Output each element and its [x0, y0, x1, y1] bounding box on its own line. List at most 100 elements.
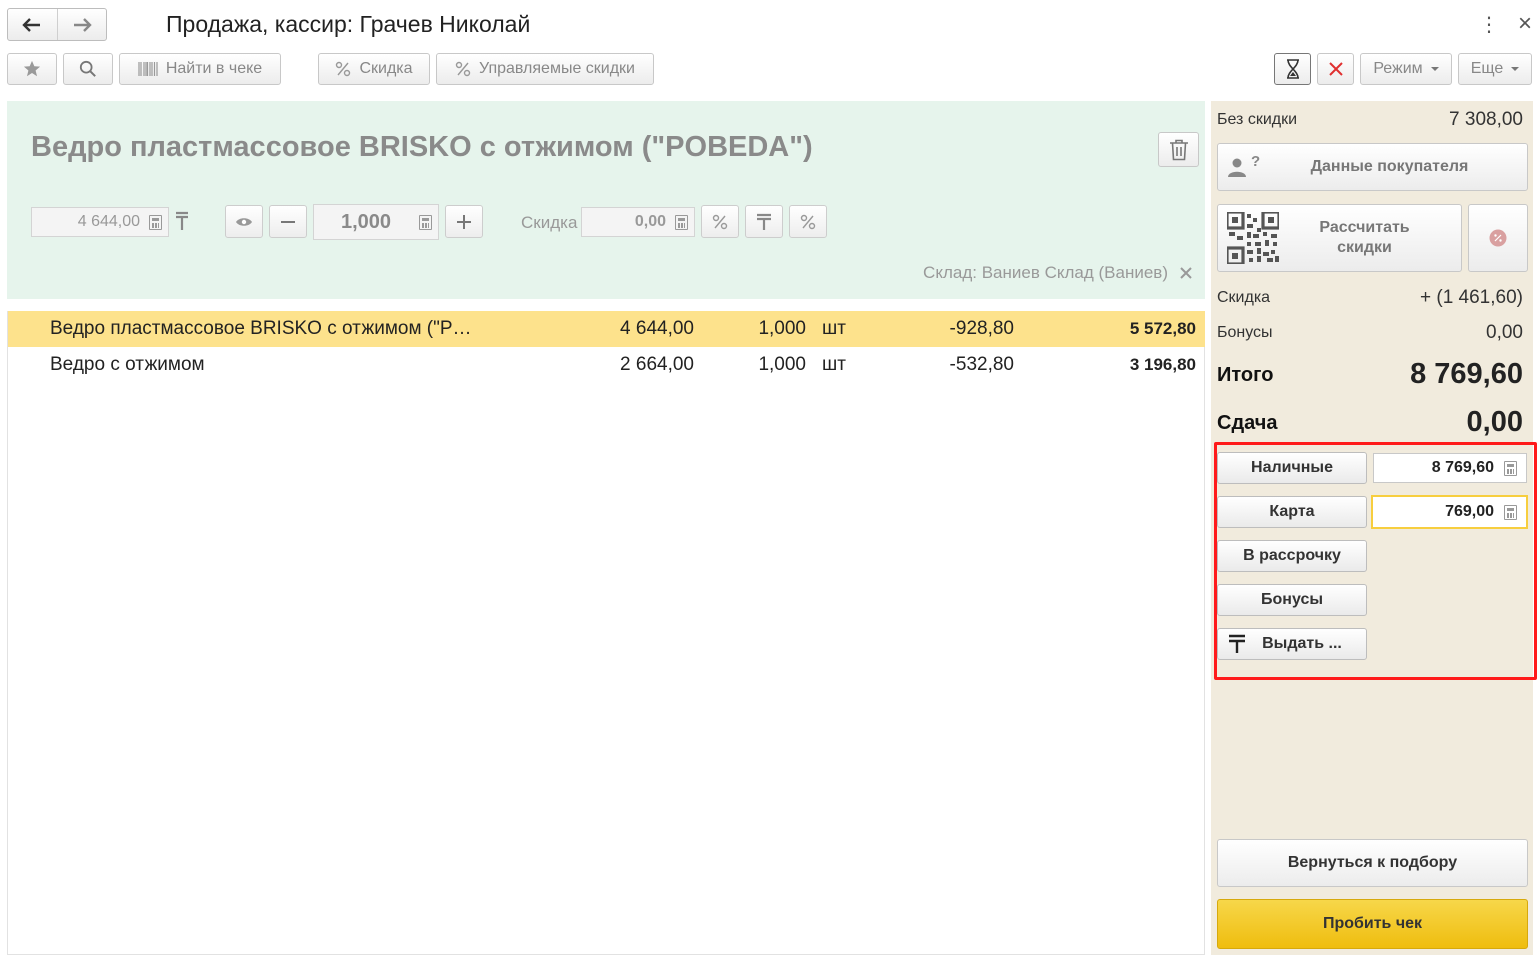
total-label: Итого — [1217, 364, 1274, 386]
item-sum: 3 196,80 — [1129, 355, 1196, 374]
bonuses-payment-button[interactable]: Бонусы — [1217, 584, 1367, 616]
window-title: Продажа, кассир: Грачев Николай — [166, 11, 531, 37]
print-receipt-button[interactable]: Пробить чек — [1217, 899, 1528, 949]
calculator-icon[interactable] — [1504, 461, 1517, 476]
nav-buttons — [7, 8, 107, 41]
discount-row: Скидка + (1 461,60) — [1217, 287, 1523, 309]
managed-discounts-button[interactable]: Управляемые скидки — [436, 53, 654, 85]
item-name: Ведро с отжимом — [50, 354, 205, 375]
product-name: Ведро пластмассовое BRISKO с отжимом ("P… — [31, 131, 813, 163]
item-unit: шт — [822, 318, 846, 339]
tenge-icon — [176, 211, 188, 230]
item-sum: 5 572,80 — [1129, 319, 1196, 338]
item-qty: 1,000 — [758, 318, 806, 339]
qr-code-icon — [1227, 212, 1279, 264]
card-button[interactable]: Карта — [1217, 496, 1367, 528]
minus-icon — [281, 220, 295, 223]
favorite-button[interactable] — [7, 53, 57, 85]
calculate-discounts-button[interactable]: Рассчитать скидки — [1217, 204, 1462, 272]
card-field[interactable]: 769,00 — [1371, 495, 1528, 529]
discount-field[interactable]: 0,00 — [581, 207, 695, 237]
discount-total-label: Скидка — [1217, 289, 1271, 306]
star-icon — [23, 60, 41, 77]
discount-value: 0,00 — [634, 213, 666, 230]
customer-data-button[interactable]: ? Данные покупателя — [1217, 143, 1528, 191]
calculate-discounts-line2: скидки — [1337, 239, 1392, 256]
percent-icon — [336, 61, 351, 77]
percent-icon — [712, 214, 728, 229]
issue-button[interactable]: Выдать ... — [1217, 628, 1367, 660]
barcode-icon — [138, 62, 158, 76]
calculator-icon[interactable] — [675, 215, 688, 230]
issue-label: Выдать ... — [1262, 635, 1342, 652]
back-button[interactable] — [8, 9, 57, 40]
cancel-receipt-button[interactable] — [1317, 53, 1354, 85]
total-value: 8 769,60 — [1410, 358, 1523, 390]
amount-discount-button[interactable] — [745, 205, 783, 238]
more-dropdown[interactable]: Еще — [1458, 53, 1532, 85]
user-icon-wrap: ? — [1228, 153, 1261, 178]
increase-quantity-button[interactable] — [445, 205, 483, 238]
no-discount-label: Без скидки — [1217, 111, 1298, 128]
change-label: Сдача — [1217, 412, 1278, 434]
mode-label: Режим — [1373, 60, 1423, 77]
close-icon[interactable]: × — [1518, 10, 1532, 38]
item-price: 4 644,00 — [620, 318, 694, 339]
quantity-field[interactable]: 1,000 — [313, 204, 439, 240]
item-unit: шт — [822, 354, 846, 375]
cash-button[interactable]: Наличные — [1217, 452, 1367, 484]
show-button[interactable] — [225, 205, 263, 238]
product-panel: Ведро пластмассовое BRISKO с отжимом ("P… — [7, 101, 1205, 299]
price-field[interactable]: 4 644,00 — [31, 207, 169, 237]
percent-discount-button[interactable] — [701, 205, 739, 238]
chevron-down-icon — [1511, 67, 1520, 71]
bonus-value: 0,00 — [1486, 322, 1523, 343]
cash-field[interactable]: 8 769,60 — [1373, 453, 1527, 483]
summary-panel: Без скидки 7 308,00 ? Данные покупателя … — [1211, 101, 1533, 955]
more-menu-icon[interactable]: ⋮ — [1479, 12, 1499, 37]
mode-dropdown[interactable]: Режим — [1360, 53, 1452, 85]
delete-item-button[interactable] — [1158, 132, 1199, 167]
percent-icon — [455, 61, 471, 77]
trash-icon — [1169, 139, 1188, 160]
decrease-quantity-button[interactable] — [269, 205, 307, 238]
table-row[interactable]: Ведро с отжимом 2 664,00 1,000 шт -532,8… — [8, 347, 1205, 383]
close-icon[interactable] — [1180, 267, 1192, 279]
find-in-receipt-button[interactable]: Найти в чеке — [119, 53, 281, 85]
arrow-right-icon — [73, 17, 92, 32]
arrow-left-icon — [22, 17, 41, 32]
forward-button[interactable] — [56, 9, 107, 40]
calculator-icon[interactable] — [419, 215, 432, 230]
percent-badge-icon — [1489, 229, 1507, 247]
change-value: 0,00 — [1466, 406, 1523, 438]
search-icon — [79, 60, 96, 77]
item-name: Ведро пластмассовое BRISKO с отжимом ("P… — [50, 318, 472, 339]
bonus-row: Бонусы 0,00 — [1217, 322, 1523, 344]
user-icon-mark: ? — [1251, 153, 1261, 170]
eye-icon — [236, 217, 252, 226]
item-discount: -928,80 — [949, 318, 1014, 339]
chevron-down-icon — [1430, 67, 1439, 71]
discount-button[interactable]: Скидка — [318, 53, 430, 85]
discount-info-button[interactable] — [1468, 204, 1528, 272]
table-row[interactable]: Ведро пластмассовое BRISKO с отжимом ("P… — [8, 311, 1205, 347]
price-value: 4 644,00 — [77, 213, 140, 230]
item-discount: -532,80 — [949, 354, 1014, 375]
installment-button[interactable]: В рассрочку — [1217, 540, 1367, 572]
deferred-receipt-button[interactable] — [1274, 53, 1311, 85]
find-in-receipt-label: Найти в чеке — [165, 60, 263, 77]
warehouse-label: Склад: Ваниев Склад (Ваниев) — [923, 263, 1168, 282]
tenge-icon — [757, 213, 771, 230]
hourglass-icon — [1286, 59, 1299, 79]
calculator-icon[interactable] — [149, 215, 162, 230]
card-value: 769,00 — [1445, 503, 1494, 520]
customer-data-label: Данные покупателя — [1310, 158, 1469, 175]
tenge-icon — [1229, 634, 1245, 653]
back-to-selection-button[interactable]: Вернуться к подбору — [1217, 839, 1528, 887]
no-discount-value: 7 308,00 — [1449, 109, 1523, 130]
manual-discount-button[interactable] — [789, 205, 827, 238]
search-button[interactable] — [63, 53, 113, 85]
cash-value: 8 769,60 — [1431, 459, 1494, 476]
total-row: Итого 8 769,60 — [1217, 358, 1523, 391]
calculator-icon[interactable] — [1504, 505, 1517, 520]
